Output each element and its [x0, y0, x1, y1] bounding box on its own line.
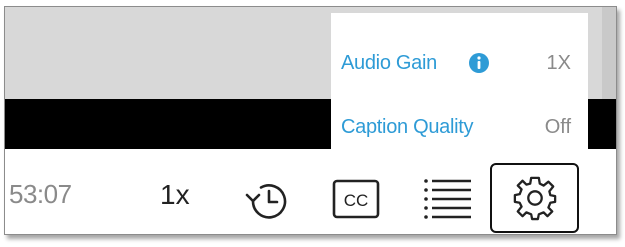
menu-item-label: Audio Gain	[341, 51, 437, 74]
playlist-icon[interactable]	[421, 177, 473, 223]
menu-item-label: Caption Quality	[341, 115, 474, 138]
menu-item-value: 1X	[546, 51, 571, 74]
controls-bar: 53:07 1x CC	[5, 149, 616, 234]
playback-speed-button[interactable]: 1x	[160, 179, 190, 211]
settings-button[interactable]	[490, 163, 579, 233]
menu-item-caption-quality[interactable]: Caption Quality Off	[331, 107, 588, 147]
menu-item-value: Off	[544, 115, 571, 138]
cc-text: CC	[344, 191, 369, 210]
menu-item-audio-gain[interactable]: Audio Gain 1X	[331, 43, 588, 83]
replay-icon[interactable]	[241, 179, 289, 223]
cc-icon[interactable]: CC	[332, 179, 380, 219]
gear-icon	[513, 176, 557, 221]
video-player: Audio Gain 1X Caption Quality Off 53:07 …	[4, 6, 617, 235]
info-icon[interactable]	[468, 52, 490, 74]
time-display: 53:07	[9, 179, 72, 209]
settings-menu: Audio Gain 1X Caption Quality Off	[331, 13, 588, 149]
